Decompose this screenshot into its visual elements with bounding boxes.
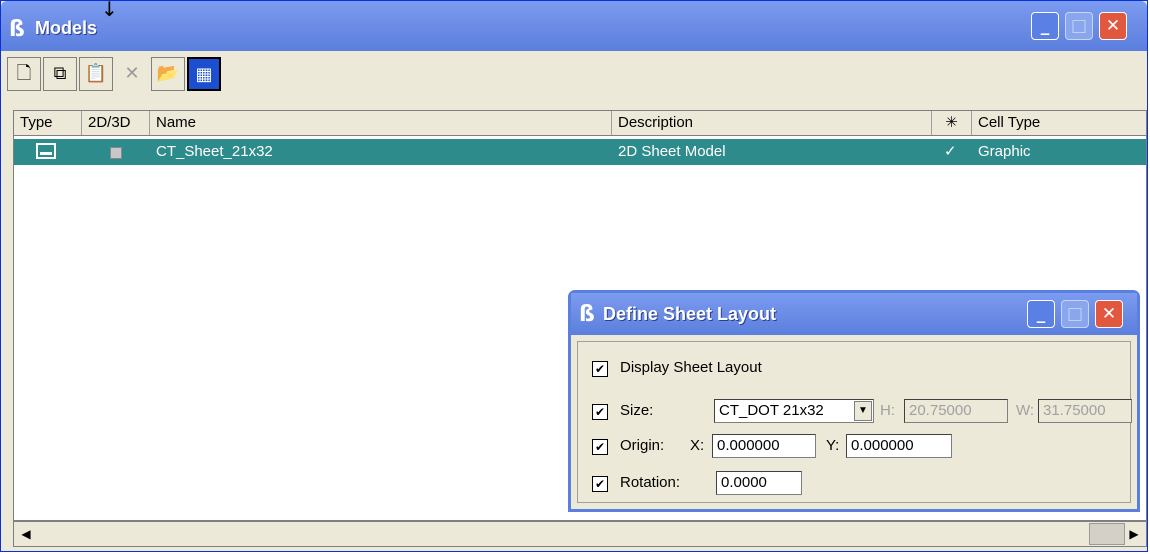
column-type[interactable]: Type xyxy=(14,111,82,135)
width-label: W: xyxy=(1016,402,1035,419)
dialog-title: Define Sheet Layout xyxy=(603,304,777,324)
dialog-close-button[interactable]: ✕ xyxy=(1095,300,1123,328)
table-row[interactable]: CT_Sheet_21x32 2D Sheet Model ✓ Graphic xyxy=(14,139,1146,165)
row-name: CT_Sheet_21x32 xyxy=(156,143,273,160)
dialog-title-bar[interactable]: ß Define Sheet Layout _ □ ✕ xyxy=(571,293,1137,335)
mouse-cursor-icon: ↓ xyxy=(101,0,118,21)
horizontal-scrollbar[interactable]: ◀ ▶ xyxy=(13,521,1147,547)
size-label: Size: xyxy=(620,402,654,419)
sheet-layout-button[interactable]: ▦ xyxy=(187,57,221,91)
row-cell-type: Graphic xyxy=(978,143,1031,160)
define-sheet-layout-dialog: ß Define Sheet Layout _ □ ✕ ✔ Display Sh… xyxy=(568,290,1140,512)
row-description: 2D Sheet Model xyxy=(618,143,726,160)
column-2d3d[interactable]: 2D/3D xyxy=(82,111,150,135)
new-model-button[interactable]: 🗋 xyxy=(7,57,41,91)
properties-button[interactable]: 📋 xyxy=(79,57,113,91)
width-field[interactable]: 31.75000 xyxy=(1038,399,1132,423)
origin-checkbox[interactable]: ✔ xyxy=(592,439,608,455)
scroll-left-icon[interactable]: ◀ xyxy=(16,524,36,544)
microstation-logo-icon: ß xyxy=(9,17,25,42)
rotation-field[interactable]: 0.0000 xyxy=(716,471,802,495)
dialog-body: ✔ Display Sheet Layout ✔ Size: CT_DOT 21… xyxy=(577,341,1132,503)
sheet-model-icon xyxy=(36,143,56,159)
rotation-checkbox[interactable]: ✔ xyxy=(592,476,608,492)
origin-y-field[interactable]: 0.000000 xyxy=(846,434,952,458)
microstation-logo-icon: ß xyxy=(579,302,595,327)
row-check: ✓ xyxy=(944,143,957,160)
height-label: H: xyxy=(880,402,895,419)
size-checkbox[interactable]: ✔ xyxy=(592,404,608,420)
window-title: Models xyxy=(35,18,98,38)
list-header: Type 2D/3D Name Description ✳ Cell Type xyxy=(14,111,1146,136)
display-sheet-layout-checkbox[interactable]: ✔ xyxy=(592,361,608,377)
size-value: CT_DOT 21x32 xyxy=(719,402,824,419)
scroll-thumb[interactable] xyxy=(1089,523,1125,545)
chevron-down-icon[interactable]: ▼ xyxy=(854,401,872,421)
import-button[interactable]: 📂 xyxy=(151,57,185,91)
2d-model-icon xyxy=(110,147,122,159)
column-cell-type[interactable]: Cell Type xyxy=(972,111,1146,135)
origin-label: Origin: xyxy=(620,437,665,454)
display-sheet-layout-label: Display Sheet Layout xyxy=(620,359,762,376)
scroll-right-icon[interactable]: ▶ xyxy=(1124,524,1144,544)
rotation-label: Rotation: xyxy=(620,474,681,491)
height-field[interactable]: 20.75000 xyxy=(904,399,1008,423)
copy-model-button[interactable]: ⧉ xyxy=(43,57,77,91)
title-bar[interactable]: ß Models ↓ _ □ ✕ xyxy=(1,0,1147,51)
origin-x-field[interactable]: 0.000000 xyxy=(712,434,816,458)
close-button[interactable]: ✕ xyxy=(1099,12,1127,40)
size-dropdown[interactable]: CT_DOT 21x32 ▼ xyxy=(714,399,874,423)
minimize-button[interactable]: _ xyxy=(1031,12,1059,40)
origin-x-label: X: xyxy=(690,437,705,454)
dialog-minimize-button[interactable]: _ xyxy=(1027,300,1055,328)
maximize-button[interactable]: □ xyxy=(1065,12,1093,40)
column-lock[interactable]: ✳ xyxy=(932,111,972,135)
column-name[interactable]: Name xyxy=(150,111,612,135)
delete-button[interactable]: ✕ xyxy=(115,57,149,91)
column-description[interactable]: Description xyxy=(612,111,932,135)
dialog-maximize-button[interactable]: □ xyxy=(1061,300,1089,328)
origin-y-label: Y: xyxy=(826,437,840,454)
